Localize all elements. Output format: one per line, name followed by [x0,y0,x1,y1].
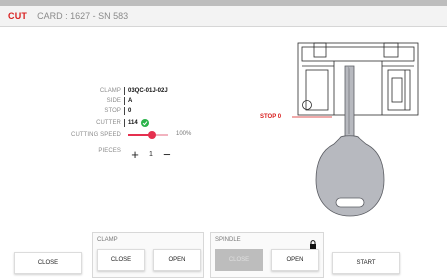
cutter-value-wrap: 114 [125,118,149,127]
cutting-speed-label: CUTTING SPEED [71,131,121,138]
stop-marker-label: STOP 0 [260,114,282,120]
pieces-value: 1 [149,150,153,158]
check-circle-icon [140,118,149,127]
card-info: CARD : 1627 - SN 583 [37,11,129,21]
header-bar: CUT CARD : 1627 - SN 583 [0,6,447,27]
key-clamp-diagram [292,42,419,217]
clamp-value: 03QC-01J-02J [128,87,168,94]
stop-row: STOP 0 [60,106,200,115]
start-button[interactable]: START [332,252,400,274]
spindle-group-label: SPINDLE [215,237,241,243]
pieces-minus-button[interactable]: − [160,148,174,161]
clamp-label: CLAMP [99,87,121,94]
clamp-row: CLAMP 03QC-01J-02J [60,86,200,95]
cutting-speed-slider[interactable] [128,130,168,139]
side-row: SIDE A [60,96,200,105]
side-label: SIDE [106,97,121,104]
cutter-row: CUTTER 114 [60,118,200,127]
cutter-value: 114 [128,119,138,126]
key-shape [315,65,385,217]
cutter-label: CUTTER [96,119,121,126]
clamp-close-button[interactable]: CLOSE [97,249,145,271]
pieces-plus-button[interactable]: + [128,148,142,161]
side-value: A [128,97,133,104]
stop-value: 0 [128,107,132,114]
mode-title: CUT [8,11,28,21]
spindle-open-button[interactable]: OPEN [271,249,319,271]
slider-thumb[interactable] [148,131,156,139]
clamp-outline [297,42,419,116]
clamp-group-label: CLAMP [97,237,118,243]
clamp-open-button[interactable]: OPEN [153,249,201,271]
cutting-speed-row: CUTTING SPEED 100% [60,130,200,139]
pieces-stepper: + 1 − [128,146,174,162]
pieces-label: PIECES [98,148,121,154]
stop-label: STOP [104,107,121,114]
cutting-speed-value: 100% [176,131,192,137]
close-button[interactable]: CLOSE [14,252,82,274]
spindle-close-button[interactable]: CLOSE [215,249,263,271]
pieces-row: PIECES + 1 − [60,146,200,162]
bottom-controls: CLOSE CLAMP CLOSE OPEN SPINDLE CLOSE OPE… [0,232,447,280]
